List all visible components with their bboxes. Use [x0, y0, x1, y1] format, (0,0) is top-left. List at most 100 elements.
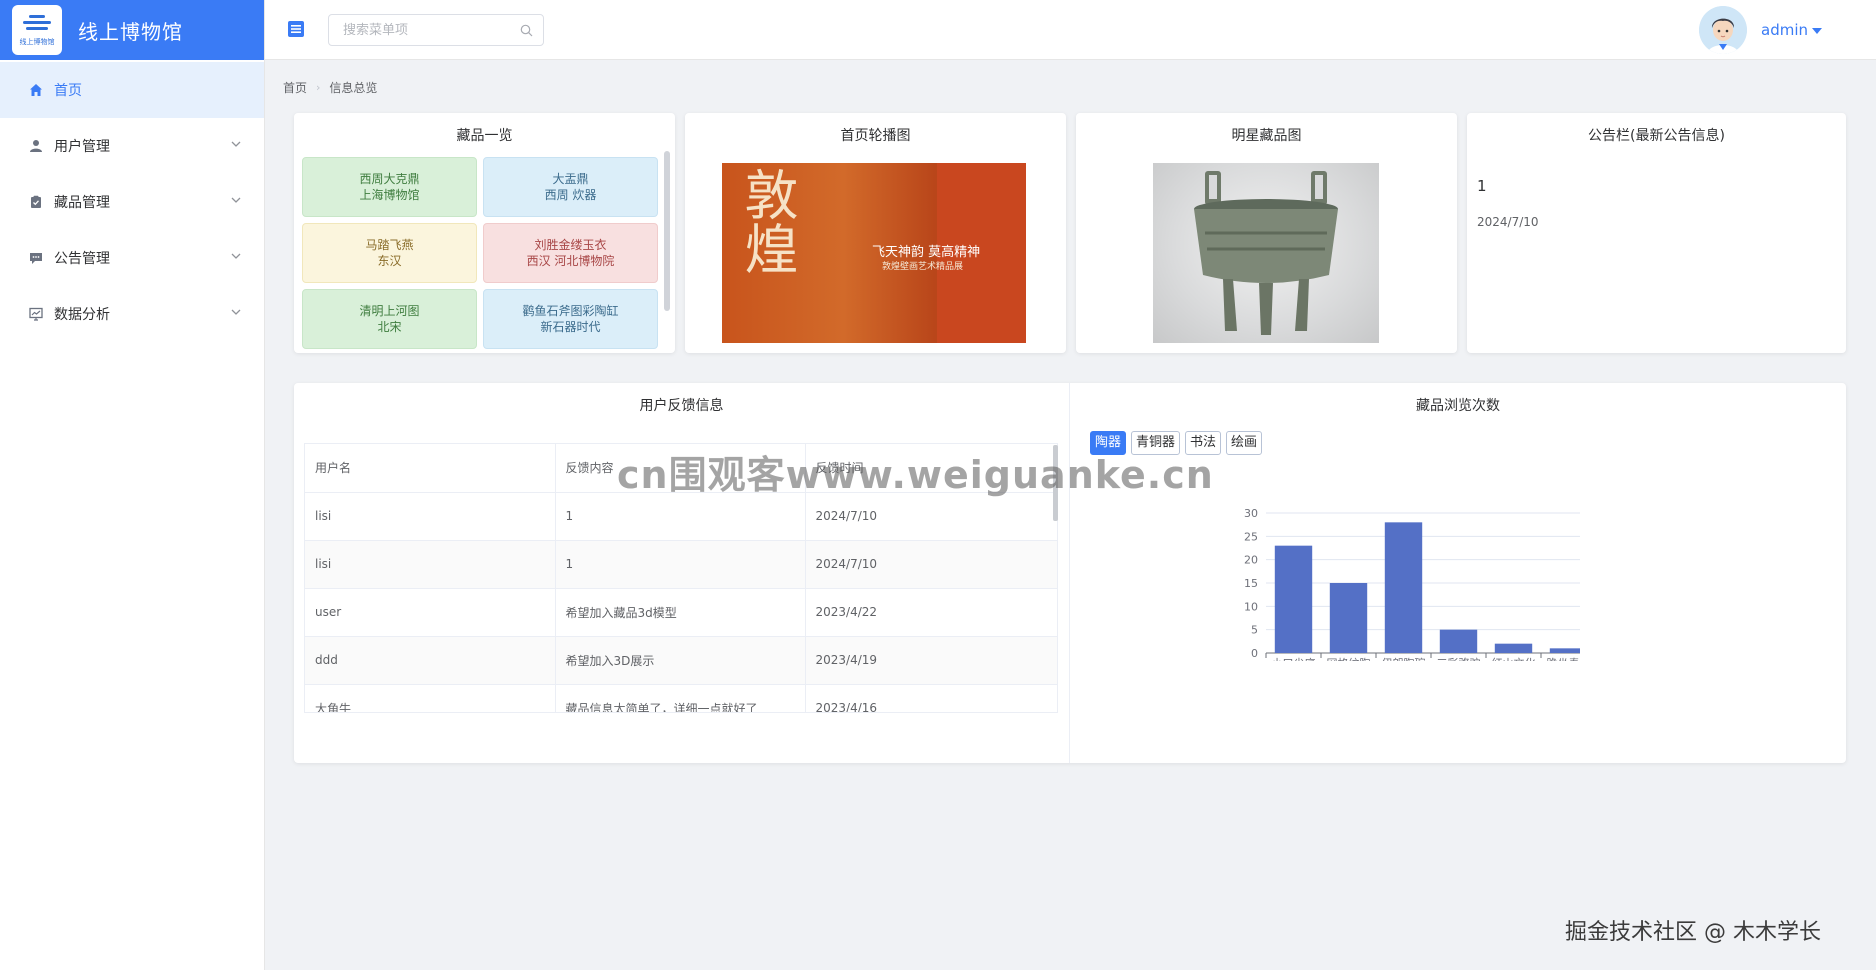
app-title: 线上博物馆 — [78, 19, 183, 44]
table-row[interactable]: 大角牛 藏品信息太简单了，详细一点就好了 2023/4/16 — [305, 684, 1057, 712]
side-menu: 首页 用户管理 藏品管理 公告管理 数据分析 — [0, 62, 264, 342]
bar[interactable] — [1549, 648, 1580, 653]
table-cell: ddd — [305, 636, 556, 685]
sidebar-item-label: 藏品管理 — [54, 195, 110, 211]
avatar[interactable] — [1699, 6, 1747, 54]
search-input[interactable] — [329, 15, 509, 45]
tiles-scrollbar[interactable] — [664, 151, 670, 311]
tile-name: 西周大克鼎 — [359, 172, 420, 186]
y-tick-label: 20 — [1244, 554, 1258, 567]
table-cell: 希望加入3D展示 — [555, 636, 806, 685]
y-tick-label: 15 — [1244, 577, 1258, 590]
collection-tile[interactable]: 鹳鱼石斧图彩陶缸 新石器时代 — [483, 289, 658, 349]
breadcrumb-current: 信息总览 — [329, 81, 378, 95]
carousel-image[interactable]: 敦煌 飞天神韵 莫高精神 敦煌壁画艺术精品展 — [722, 163, 1026, 343]
bar[interactable] — [1274, 545, 1313, 653]
y-tick-label: 30 — [1244, 507, 1258, 520]
card-title: 藏品一览 — [456, 128, 513, 144]
x-tick-label: 小口尖底 — [1272, 656, 1316, 661]
chevron-down-icon — [231, 253, 241, 259]
bar[interactable] — [1329, 583, 1368, 653]
y-tick-label: 10 — [1244, 600, 1258, 613]
sidebar-item-notices[interactable]: 公告管理 — [0, 230, 264, 286]
table-row[interactable]: ddd 希望加入3D展示 2023/4/19 — [305, 636, 1057, 685]
x-tick-label: 三彩骆驼 — [1437, 656, 1481, 661]
bronze-ding-image[interactable] — [1153, 163, 1379, 343]
tile-name: 大盂鼎 — [552, 172, 589, 186]
tile-info: 新石器时代 — [540, 320, 601, 334]
user-name[interactable]: admin — [1761, 21, 1808, 39]
menu-search[interactable] — [328, 14, 544, 46]
caret-down-icon[interactable] — [1812, 28, 1822, 34]
y-tick-label: 25 — [1244, 530, 1258, 543]
tile-info: 北宋 — [377, 320, 402, 334]
table-row[interactable]: user 希望加入藏品3d模型 2023/4/22 — [305, 588, 1057, 637]
table-cell: 2023/4/22 — [805, 588, 1057, 637]
table-cell: 1 — [555, 540, 806, 589]
bar[interactable] — [1439, 629, 1478, 653]
sidebar: 线上博物馆 线上博物馆 首页 用户管理 藏品管理 公告管理 数据分析 — [0, 0, 265, 970]
tile-name: 鹳鱼石斧图彩陶缸 — [522, 304, 619, 318]
column-header[interactable]: 用户名 — [305, 444, 556, 493]
notice-content[interactable]: 1 — [1477, 177, 1487, 195]
chevron-down-icon — [231, 197, 241, 203]
brand-bar[interactable]: 线上博物馆 线上博物馆 — [0, 0, 264, 60]
collection-tile[interactable]: 清明上河图 北宋 — [302, 289, 477, 349]
clipboard-icon — [28, 194, 44, 210]
sidebar-item-label: 用户管理 — [54, 139, 110, 155]
collection-tile[interactable]: 刘胜金缕玉衣 西汉 河北博物院 — [483, 223, 658, 283]
data-analysis-icon — [28, 306, 44, 322]
home-icon — [28, 82, 44, 98]
table-cell: lisi — [305, 540, 556, 589]
tile-info: 西周 炊器 — [544, 188, 597, 202]
logo-caption: 线上博物馆 — [19, 38, 55, 46]
star-collection-card: 明星藏品图 — [1076, 113, 1457, 353]
analytics-card: 用户反馈信息 用户名 反馈内容 反馈时间 lisi 1 2024/7/10 li… — [294, 383, 1846, 763]
chevron-right-icon: › — [316, 81, 321, 94]
poster-title: 敦煌 — [735, 167, 798, 275]
sidebar-item-home[interactable]: 首页 — [0, 62, 264, 118]
tile-info: 上海博物馆 — [359, 188, 420, 202]
sidebar-item-label: 公告管理 — [54, 251, 110, 267]
table-cell: 1 — [555, 492, 806, 541]
search-icon[interactable] — [520, 24, 533, 37]
x-tick-label: 网格纹陶 — [1327, 656, 1371, 661]
tile-name: 马踏飞燕 — [365, 238, 414, 252]
sidebar-item-users[interactable]: 用户管理 — [0, 118, 264, 174]
chevron-down-icon — [231, 309, 241, 315]
carousel-card: 首页轮播图 敦煌 飞天神韵 莫高精神 敦煌壁画艺术精品展 — [685, 113, 1066, 353]
card-title: 藏品浏览次数 — [1416, 398, 1500, 414]
footer-credit: 掘金技术社区 @ 木木学长 — [1565, 920, 1821, 945]
sidebar-item-label: 数据分析 — [54, 307, 110, 323]
collection-tile[interactable]: 西周大克鼎 上海博物馆 — [302, 157, 477, 217]
table-cell: 希望加入藏品3d模型 — [555, 588, 806, 637]
table-cell: lisi — [305, 492, 556, 541]
bar[interactable] — [1384, 522, 1423, 653]
table-cell: 大角牛 — [305, 684, 556, 712]
collection-tile[interactable]: 大盂鼎 西周 炊器 — [483, 157, 658, 217]
table-row[interactable]: lisi 1 2024/7/10 — [305, 492, 1057, 541]
x-tick-label: 伊朗陶碗 — [1382, 656, 1426, 661]
tile-info: 东汉 — [377, 254, 402, 268]
collection-tile[interactable]: 马踏飞燕 东汉 — [302, 223, 477, 283]
feedback-section: 用户反馈信息 — [294, 383, 1069, 415]
breadcrumb-home[interactable]: 首页 — [283, 79, 307, 96]
tile-name: 清明上河图 — [359, 304, 420, 318]
user-icon — [28, 138, 44, 154]
sidebar-item-label: 首页 — [54, 83, 82, 99]
card-title: 公告栏(最新公告信息) — [1588, 128, 1725, 144]
tab-painting[interactable]: 绘画 — [1226, 431, 1263, 455]
sidebar-item-collections[interactable]: 藏品管理 — [0, 174, 264, 230]
museum-logo: 线上博物馆 — [12, 5, 62, 55]
table-cell: 2024/7/10 — [805, 540, 1057, 589]
menu-toggle-icon[interactable] — [287, 20, 305, 38]
tile-name: 刘胜金缕玉衣 — [534, 238, 607, 252]
top-header: admin — [265, 0, 1876, 60]
table-cell: 2023/4/19 — [805, 636, 1057, 685]
bar[interactable] — [1494, 643, 1533, 653]
table-row[interactable]: lisi 1 2024/7/10 — [305, 540, 1057, 589]
chevron-down-icon — [231, 141, 241, 147]
sidebar-item-analysis[interactable]: 数据分析 — [0, 286, 264, 342]
y-tick-label: 0 — [1251, 647, 1258, 660]
poster-subtitle: 飞天神韵 莫高精神 — [872, 245, 981, 260]
